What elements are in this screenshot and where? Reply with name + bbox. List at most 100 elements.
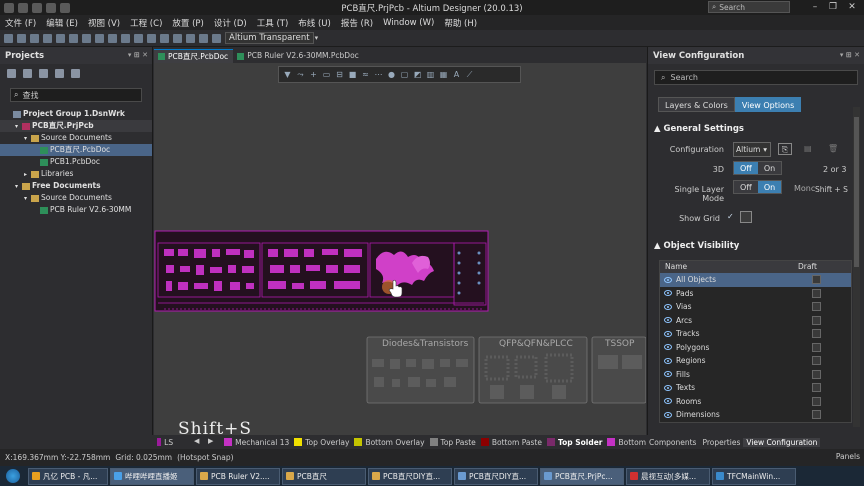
menu-project[interactable]: 工程 (C): [125, 17, 167, 29]
save-icon[interactable]: [30, 33, 39, 43]
minimize-icon[interactable]: –: [806, 1, 824, 13]
draft-checkbox[interactable]: [812, 356, 821, 366]
panels-button[interactable]: Panels: [836, 452, 860, 461]
menu-view[interactable]: 视图 (V): [83, 17, 125, 29]
eye-icon[interactable]: [664, 411, 672, 418]
open-project-icon[interactable]: [39, 68, 48, 78]
layer-tab[interactable]: Bottom Paste: [492, 438, 542, 447]
single-layer-on[interactable]: On: [757, 181, 782, 193]
draft-checkbox[interactable]: [812, 396, 821, 406]
menu-reports[interactable]: 报告 (R): [336, 17, 378, 29]
tree-item[interactable]: PCB1.PcbDoc: [0, 156, 152, 168]
view-config-search-input[interactable]: ⌕ Search: [654, 70, 858, 85]
object-row[interactable]: All Objects: [660, 273, 851, 287]
tree-item[interactable]: ▾ Source Documents: [0, 192, 152, 204]
draft-checkbox[interactable]: [812, 315, 821, 325]
taskbar-app[interactable]: 晨视互动(多媒...: [626, 467, 710, 485]
three-d-on[interactable]: On: [757, 162, 782, 174]
menu-tools[interactable]: 工具 (T): [252, 17, 294, 29]
draft-checkbox[interactable]: [812, 383, 821, 393]
tab-properties[interactable]: Properties: [699, 438, 743, 447]
open-icon[interactable]: [4, 33, 13, 43]
grid-color-swatch[interactable]: [740, 211, 752, 223]
filter-icon[interactable]: [173, 33, 182, 43]
eye-icon[interactable]: [664, 303, 672, 310]
scrollbar-thumb[interactable]: [854, 117, 859, 267]
panel-scrollbar[interactable]: [853, 107, 860, 427]
pcb-canvas[interactable]: ▼ ⤳ + ▭ ⊟ ■ ≈ ⋯ ● ▢ ◩ ▥ ▦ A ⟋ Diodes&Tra…: [154, 63, 646, 435]
object-row[interactable]: Arcs: [660, 314, 851, 328]
scroll-left-icon[interactable]: ◀: [194, 437, 199, 445]
single-layer-off[interactable]: Off: [734, 181, 758, 193]
draft-checkbox[interactable]: [812, 329, 821, 339]
gear-icon[interactable]: [71, 68, 80, 78]
object-row[interactable]: Fills: [660, 368, 851, 382]
taskbar-app[interactable]: PCB直尺DIY直...: [454, 467, 538, 485]
object-row[interactable]: Dimensions: [660, 408, 851, 422]
single-layer-toggle[interactable]: Off On: [733, 180, 783, 194]
general-settings-heading[interactable]: ▲ General Settings: [654, 124, 744, 134]
new-project-icon[interactable]: [7, 68, 16, 78]
eye-icon[interactable]: [664, 330, 672, 337]
menu-route[interactable]: 布线 (U): [293, 17, 336, 29]
tree-item[interactable]: PCB Ruler V2.6-30MM: [0, 204, 152, 216]
object-row[interactable]: Texts: [660, 381, 851, 395]
scroll-right-icon[interactable]: ▶: [208, 437, 213, 445]
single-layer-mode-option[interactable]: Monc: [794, 184, 815, 193]
tree-item[interactable]: ▸ Libraries: [0, 168, 152, 180]
three-d-off[interactable]: Off: [734, 162, 758, 174]
print-icon[interactable]: [43, 33, 52, 43]
tab-components[interactable]: Components: [646, 438, 699, 447]
copy-icon[interactable]: [95, 33, 104, 43]
open-quick-icon[interactable]: [32, 2, 42, 13]
draft-checkbox[interactable]: [812, 288, 821, 298]
taskbar-app[interactable]: PCB直尺.PrjPc...: [540, 467, 624, 485]
tree-item[interactable]: ▾ PCB直尺.PrjPcb: [0, 120, 152, 132]
object-row[interactable]: Polygons: [660, 341, 851, 355]
save-config-icon[interactable]: ⎘: [778, 143, 792, 155]
folder-icon[interactable]: [55, 68, 64, 78]
tree-item[interactable]: Project Group 1.DsnWrk: [0, 108, 152, 120]
layer-tab[interactable]: Top Solder: [558, 438, 603, 447]
menu-place[interactable]: 放置 (P): [167, 17, 208, 29]
taskbar-app[interactable]: 哔哩哔哩直播姬: [110, 467, 194, 485]
disk-icon[interactable]: ▤: [804, 144, 812, 153]
tab-layers-colors[interactable]: Layers & Colors: [658, 97, 735, 112]
redo-toolbar-icon[interactable]: [199, 33, 208, 43]
delete-icon[interactable]: 🗑: [828, 144, 838, 153]
eye-icon[interactable]: [664, 398, 672, 405]
tab-pcb-ruler-v26[interactable]: PCB Ruler V2.6-30MM.PcbDoc: [233, 49, 364, 63]
start-button[interactable]: [0, 466, 26, 486]
col-name[interactable]: Name: [665, 261, 798, 273]
save-quick-icon[interactable]: [18, 2, 28, 13]
taskbar-app[interactable]: PCB Ruler V2....: [196, 467, 280, 485]
highlight-icon[interactable]: [212, 33, 221, 43]
close-icon[interactable]: ✕: [843, 1, 861, 13]
paste-icon[interactable]: [108, 33, 117, 43]
object-row[interactable]: Regions: [660, 354, 851, 368]
eye-icon[interactable]: [664, 344, 672, 351]
layer-tab[interactable]: Bottom: [618, 438, 646, 447]
draft-checkbox[interactable]: [812, 410, 821, 420]
object-row[interactable]: Pads: [660, 287, 851, 301]
chevron-down-icon[interactable]: ▾: [315, 34, 319, 42]
projects-search-input[interactable]: ⌕ 查找: [10, 88, 142, 102]
col-draft[interactable]: Draft: [798, 261, 817, 273]
taskbar-app[interactable]: PCB直尺DIY直...: [368, 467, 452, 485]
layer-tab[interactable]: Top Overlay: [305, 438, 349, 447]
show-grid-checkbox[interactable]: ✓: [727, 212, 736, 221]
three-d-toggle[interactable]: Off On: [733, 161, 783, 175]
cut-icon[interactable]: [82, 33, 91, 43]
view-setting-select[interactable]: Altium Transparent: [225, 32, 314, 44]
object-row[interactable]: Rooms: [660, 395, 851, 409]
draft-checkbox[interactable]: [812, 369, 821, 379]
menu-edit[interactable]: 编辑 (E): [41, 17, 83, 29]
menu-design[interactable]: 设计 (D): [209, 17, 252, 29]
eye-icon[interactable]: [664, 317, 672, 324]
redo-icon[interactable]: [60, 2, 70, 13]
zoom-icon[interactable]: [56, 33, 65, 43]
eye-icon[interactable]: [664, 290, 672, 297]
menu-help[interactable]: 帮助 (H): [439, 17, 482, 29]
menu-file[interactable]: 文件 (F): [0, 17, 41, 29]
undo-icon[interactable]: [46, 2, 56, 13]
